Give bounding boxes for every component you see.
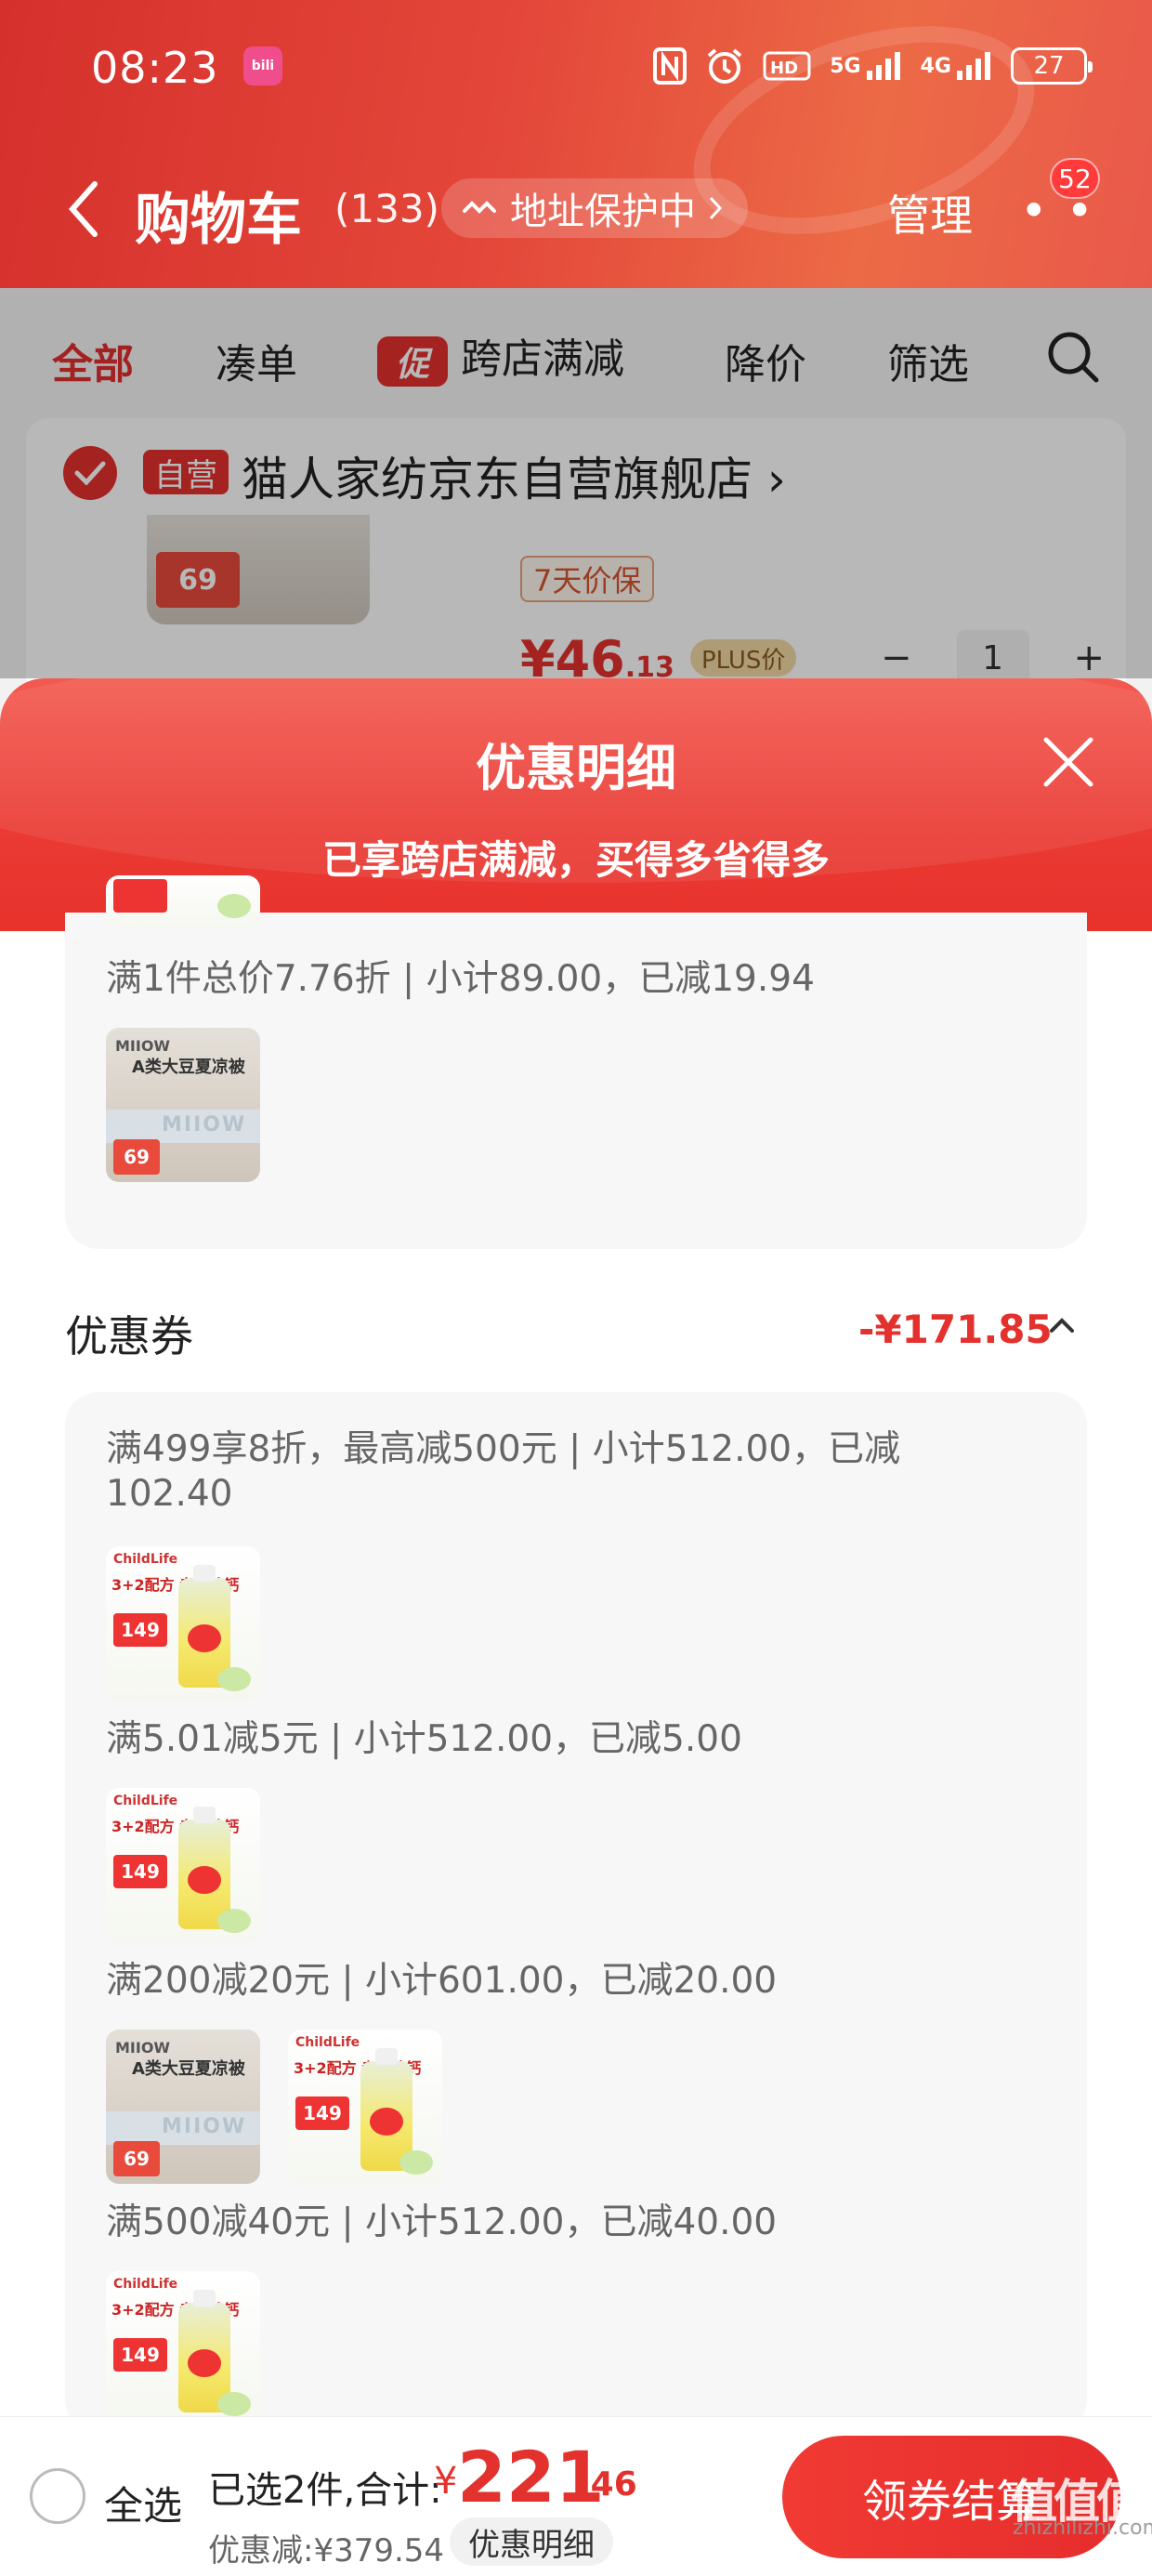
thumb-price-tag: 149 [113, 1613, 167, 1647]
thumb-price-tag: 149 [295, 2096, 349, 2130]
select-all-label[interactable]: 全选 [104, 2475, 182, 2531]
product-thumb-towel: MIIOW A类大豆夏凉被 MIIOW 69 [106, 2030, 260, 2184]
product-thumb-towel: MIIOW A类大豆夏凉被 MIIOW 69 [106, 1028, 260, 1182]
product-thumb-bottle: ChildLife 3+2配方 专业补钙 149 [106, 1546, 260, 1701]
thumb-brand: ChildLife [295, 2035, 360, 2050]
thumb-price-tag: 69 [113, 1139, 160, 1175]
signal-5g-icon: 5G [830, 50, 901, 82]
product-thumb-bottle [106, 875, 260, 927]
status-bar: 08:23 bili HD 5G 4G 27 [0, 0, 1152, 139]
product-thumb-bottle: ChildLife 3+2配方 专业补钙 149 [288, 2030, 442, 2184]
address-protection-label: 地址保护中 [510, 191, 696, 233]
battery-level: 27 [1033, 52, 1065, 80]
thumb-price-tag: 69 [113, 2141, 160, 2176]
close-icon[interactable] [1041, 734, 1096, 790]
page-title: 购物车 [135, 188, 302, 253]
status-time: 08:23 [91, 43, 219, 93]
total-currency: ¥ [434, 2460, 458, 2503]
chevron-right-icon [709, 196, 723, 220]
app-notification-icon: bili [243, 46, 282, 85]
thumb-watermark: MIIOW [162, 1113, 247, 1137]
thumb-brand: ChildLife [113, 2277, 178, 2292]
leaf-decoration [217, 894, 251, 918]
manage-button[interactable]: 管理 [887, 182, 973, 243]
coupon-card: 满499享8折，最高减500元 | 小计512.00，已减102.40 Chil… [65, 1392, 1087, 2433]
alarm-icon [705, 46, 744, 85]
status-icons: HD 5G 4G 27 [653, 46, 1093, 85]
thumb-price-tag: 149 [113, 1855, 167, 1888]
leaf-decoration [217, 2392, 251, 2416]
coupon-rule: 满499享8折，最高减500元 | 小计512.00，已减102.40 [106, 1428, 901, 1515]
product-thumb-bottle: ChildLife 3+2配方 专业补钙 149 [106, 2271, 260, 2425]
coupon-rule: 满5.01减5元 | 小计512.00，已减5.00 [106, 1718, 742, 1760]
signal-4g-icon: 4G [921, 50, 992, 82]
coupon-section-amount: -¥171.85 [858, 1307, 1053, 1352]
discount-rule: 满1件总价7.76折 | 小计89.00，已减19.94 [106, 958, 815, 1000]
svg-text:HD: HD [770, 59, 798, 78]
thumb-headline: A类大豆夏凉被 [132, 2059, 245, 2079]
product-thumb-bottle: ChildLife 3+2配方 专业补钙 149 [106, 1788, 260, 1942]
leaf-decoration [217, 1667, 251, 1691]
chevron-left-icon[interactable] [65, 177, 102, 252]
hd-icon: HD [763, 49, 811, 83]
cart-count: (133) [334, 186, 439, 231]
header: 08:23 bili HD 5G 4G 27 购物车 (133) 地址保护中 管… [0, 0, 1152, 288]
watermark-logo: 值值值 [1011, 2475, 1143, 2529]
navbar: 购物车 (133) 地址保护中 管理 • • 52 [0, 158, 1152, 260]
thumb-price-tag [113, 879, 167, 913]
thumb-price-tag: 149 [113, 2338, 167, 2372]
thumb-brand: MIIOW [115, 1037, 171, 1055]
network-label-5g: 5G [830, 54, 861, 78]
thumb-watermark: MIIOW [162, 2115, 247, 2138]
modal-overlay[interactable] [0, 288, 1152, 678]
nfc-icon [653, 47, 687, 85]
route-icon [463, 201, 496, 214]
thumb-brand: MIIOW [115, 2039, 171, 2057]
checkout-bar: 全选 已选2件,合计: ¥ 221 .46 优惠减:¥379.54 优惠明细 领… [0, 2416, 1152, 2576]
cross-store-discount-card: 满1件总价7.76折 | 小计89.00，已减19.94 MIIOW A类大豆夏… [65, 875, 1087, 1249]
message-count-badge: 52 [1050, 158, 1100, 199]
discount-sheet-body: 满1件总价7.76折 | 小计89.00，已减19.94 MIIOW A类大豆夏… [0, 875, 1152, 2433]
coupon-section-title: 优惠券 [65, 1311, 193, 1361]
address-protection-pill[interactable]: 地址保护中 [441, 178, 748, 238]
thumb-brand: ChildLife [113, 1794, 178, 1808]
thumb-headline: A类大豆夏凉被 [132, 1058, 245, 1077]
select-all-checkbox[interactable] [30, 2468, 85, 2524]
leaf-decoration [399, 2150, 433, 2175]
thumb-brand: ChildLife [113, 1552, 178, 1567]
network-label-4g: 4G [920, 54, 951, 78]
selected-count-label: 已选2件,合计: [208, 2469, 442, 2512]
coupon-rule: 满500减40元 | 小计512.00，已减40.00 [106, 2201, 778, 2243]
battery-icon: 27 [1011, 47, 1093, 85]
coupon-rule: 满200减20元 | 小计601.00，已减20.00 [106, 1960, 778, 2002]
site-watermark: 值值值 zhizhilizhi.com [1011, 2475, 1152, 2540]
discount-amount: 优惠减:¥379.54 [208, 2532, 445, 2569]
leaf-decoration [217, 1909, 251, 1933]
sheet-title: 优惠明细 [476, 739, 676, 797]
discount-detail-button[interactable]: 优惠明细 [450, 2517, 613, 2566]
chevron-up-icon[interactable] [1048, 1316, 1076, 1338]
total-amount-dec: .46 [578, 2465, 637, 2504]
